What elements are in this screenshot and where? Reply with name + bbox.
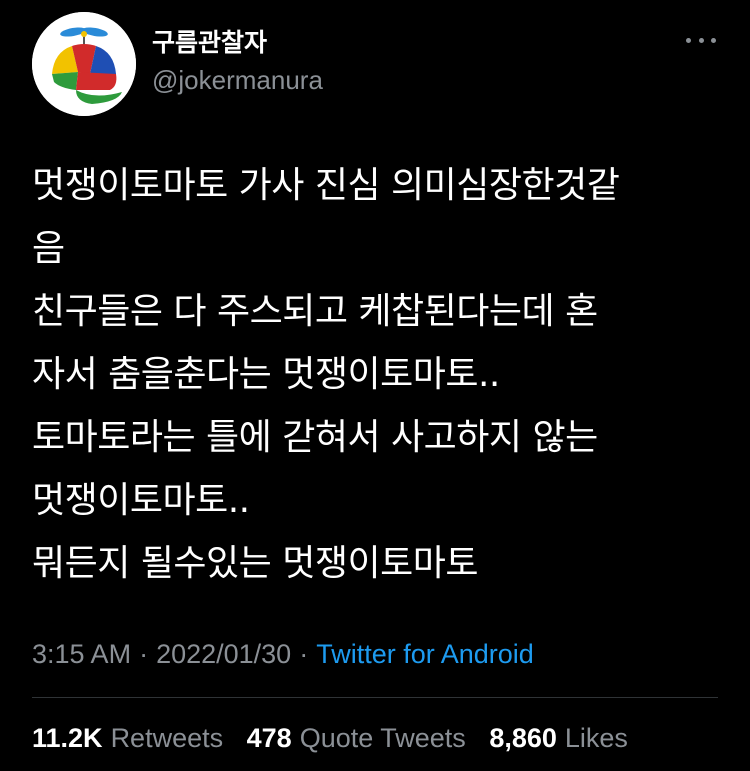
dot [698, 37, 704, 43]
tweet-text-line: 멋쟁이토마토 가사 진심 의미심장한것같 [32, 165, 620, 206]
tweet-text-line: 자서 춤을춘다는 멋쟁이토마토.. [32, 354, 500, 395]
author-display-name[interactable]: 구름관찰자 [152, 28, 323, 58]
tweet-detail: 구름관찰자 @jokermanura 멋쟁이토마토 가사 진심 의미심장한것같 … [0, 0, 750, 771]
propeller-beanie-cap-icon [32, 12, 136, 116]
more-options-icon[interactable] [686, 32, 716, 48]
meta-separator: · [139, 639, 149, 669]
retweets-label: Retweets [110, 723, 224, 753]
retweets-stat[interactable]: 11.2K Retweets [32, 723, 223, 753]
likes-label: Likes [564, 723, 628, 753]
tweet-text-line: 친구들은 다 주스되고 케찹된다는데 혼 [32, 291, 598, 332]
tweet-time[interactable]: 3:15 AM [32, 639, 131, 669]
tweet-text-line: 뭐든지 될수있는 멋쟁이토마토 [32, 543, 478, 584]
dot [686, 37, 691, 43]
author-handle[interactable]: @jokermanura [152, 64, 323, 96]
tweet-text-line: 멋쟁이토마토.. [32, 480, 250, 521]
tweet-stats: 11.2K Retweets 478 Quote Tweets 8,860 Likes [32, 720, 644, 756]
quote-tweets-stat[interactable]: 478 Quote Tweets [247, 723, 466, 753]
tweet-text-line: 음 [32, 228, 65, 269]
retweets-count: 11.2K [32, 723, 103, 753]
likes-count: 8,860 [489, 723, 557, 753]
tweet-header: 구름관찰자 @jokermanura [32, 12, 722, 116]
likes-stat[interactable]: 8,860 Likes [489, 723, 628, 753]
author-names: 구름관찰자 @jokermanura [152, 28, 323, 96]
tweet-source-link[interactable]: Twitter for Android [316, 639, 534, 669]
tweet-text-line: 토마토라는 틀에 갇혀서 사고하지 않는 [32, 417, 598, 458]
divider [32, 697, 718, 698]
tweet-text: 멋쟁이토마토 가사 진심 의미심장한것같 음 친구들은 다 주스되고 케찹된다는… [32, 154, 722, 595]
tweet-date[interactable]: 2022/01/30 [156, 639, 291, 669]
meta-separator: · [299, 639, 309, 669]
avatar[interactable] [32, 12, 136, 116]
quote-tweets-count: 478 [246, 723, 292, 753]
tweet-meta: 3:15 AM · 2022/01/30 · Twitter for Android [32, 636, 534, 672]
quote-tweets-label: Quote Tweets [299, 723, 466, 753]
dot [711, 37, 716, 43]
